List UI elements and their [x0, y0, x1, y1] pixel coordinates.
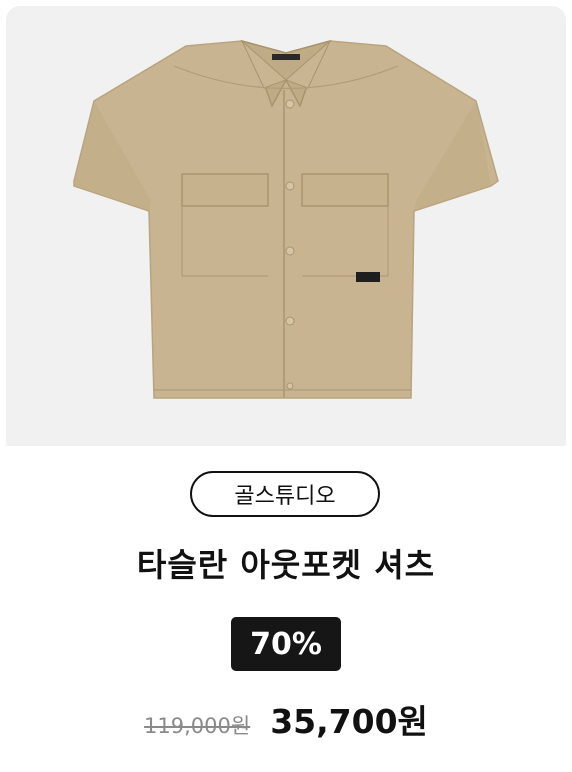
price-row: 119,000원 35,700원	[0, 695, 572, 743]
brand-tag[interactable]: 골스튜디오	[190, 471, 380, 517]
sale-price: 35,700원	[270, 702, 428, 741]
product-title[interactable]: 타슬란 아웃포켓 셔츠	[0, 540, 572, 586]
shirt-illustration	[73, 39, 499, 399]
product-image[interactable]	[6, 6, 566, 446]
product-card[interactable]: 골스튜디오 타슬란 아웃포켓 셔츠 70% 119,000원 35,700원	[0, 0, 572, 772]
original-price: 119,000원	[144, 714, 251, 738]
discount-badge: 70%	[231, 617, 341, 671]
